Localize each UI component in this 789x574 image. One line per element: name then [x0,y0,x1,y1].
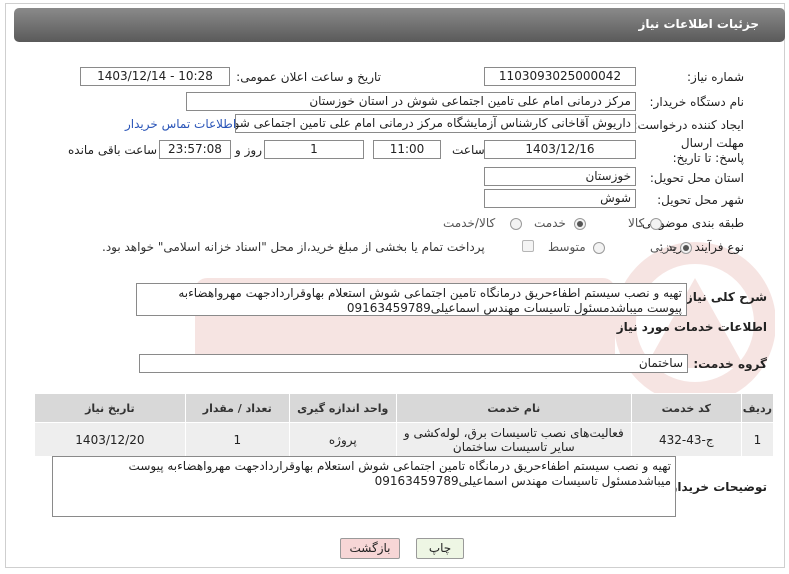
col-unit-header: واحد اندازه گیری [288,393,397,423]
table-header-row: ردیف کد خدمت نام خدمت واحد اندازه گیری ت… [34,393,775,423]
table-row: 1 ج-43-432 فعالیت‌های نصب تاسیسات برق، ل… [34,422,775,457]
announce-label: تاریخ و ساعت اعلان عمومی: [236,70,381,84]
category-service-radio[interactable] [574,218,586,230]
cell-row: 1 [740,422,775,457]
category-goods-label: کالا [628,216,645,230]
requester-label: ایجاد کننده درخواست: [633,118,744,132]
services-section-title: اطلاعات خدمات مورد نیاز [616,320,767,334]
buyer-contact-link[interactable]: اطلاعات تماس خریدار [125,117,236,131]
city-field: شوش [484,189,636,208]
category-goods-radio[interactable] [650,218,662,230]
treasury-payment-note: پرداخت تمام یا بخشی از مبلغ خرید،از محل … [102,240,485,254]
cell-date: 1403/12/20 [34,422,186,457]
col-qty-header: تعداد / مقدار [184,393,290,423]
deadline-time-label: ساعت [452,143,485,157]
days-field: 1 [264,140,364,159]
cell-name: فعالیت‌های نصب تاسیسات برق، لوله‌کشی و س… [395,422,632,457]
process-medium-radio[interactable] [593,242,605,254]
col-date-header: تاریخ نیاز [34,393,186,423]
deadline-time-field: 11:00 [373,140,441,159]
requester-field: داریوش آقاخانی کارشناس آزمایشگاه مرکز در… [235,114,636,133]
service-group-label: گروه خدمت: [693,357,767,371]
category-goods-service-radio[interactable] [510,218,522,230]
summary-label: شرح کلی نیاز: [681,290,767,304]
summary-textarea: تهیه و نصب سیستم اطفاءحریق درمانگاه تامی… [136,283,687,316]
panel-header: جزئیات اطلاعات نیاز [14,8,785,42]
need-number-field: 1103093025000042 [484,67,636,86]
cell-unit: پروژه [288,422,397,457]
category-service-label: خدمت [534,216,566,230]
process-medium-label: متوسط [548,240,586,254]
announce-field: 1403/12/14 - 10:28 [80,67,230,86]
deadline-label: مهلت ارسال پاسخ: تا تاریخ: [672,136,744,165]
remaining-label: ساعت باقی مانده [68,143,158,157]
cell-code: ج-43-432 [630,422,742,457]
buyer-org-label: نام دستگاه خریدار: [649,95,745,109]
process-minor-label: جزیی [650,240,678,254]
back-button[interactable]: بازگشت [340,538,400,559]
service-group-field: ساختمان [139,354,688,373]
services-table: ردیف کد خدمت نام خدمت واحد اندازه گیری ت… [34,393,775,457]
days-label: روز و [235,143,262,157]
deadline-date-field: 1403/12/16 [484,140,636,159]
need-number-label: شماره نیاز: [687,70,744,84]
city-label: شهر محل تحویل: [657,193,744,207]
page-title: جزئیات اطلاعات نیاز [638,17,759,31]
cell-qty: 1 [184,422,290,457]
buyer-notes-textarea: تهیه و نصب سیستم اطفاءحریق درمانگاه تامی… [52,456,676,517]
category-goods-service-label: کالا/خدمت [443,216,496,230]
province-label: استان محل تحویل: [649,171,744,185]
province-field: خوزستان [484,167,636,186]
print-button[interactable]: چاپ [416,538,464,559]
buyer-notes-label: توضیحات خریدار: [665,480,767,494]
treasury-payment-checkbox[interactable] [522,240,534,252]
remaining-time-field: 23:57:08 [159,140,231,159]
col-name-header: نام خدمت [395,393,632,423]
col-row-header: ردیف [740,393,775,423]
buyer-org-field: مرکز درمانی امام علی تامین اجتماعی شوش د… [186,92,636,111]
col-code-header: کد خدمت [630,393,742,423]
process-minor-radio[interactable] [680,242,692,254]
